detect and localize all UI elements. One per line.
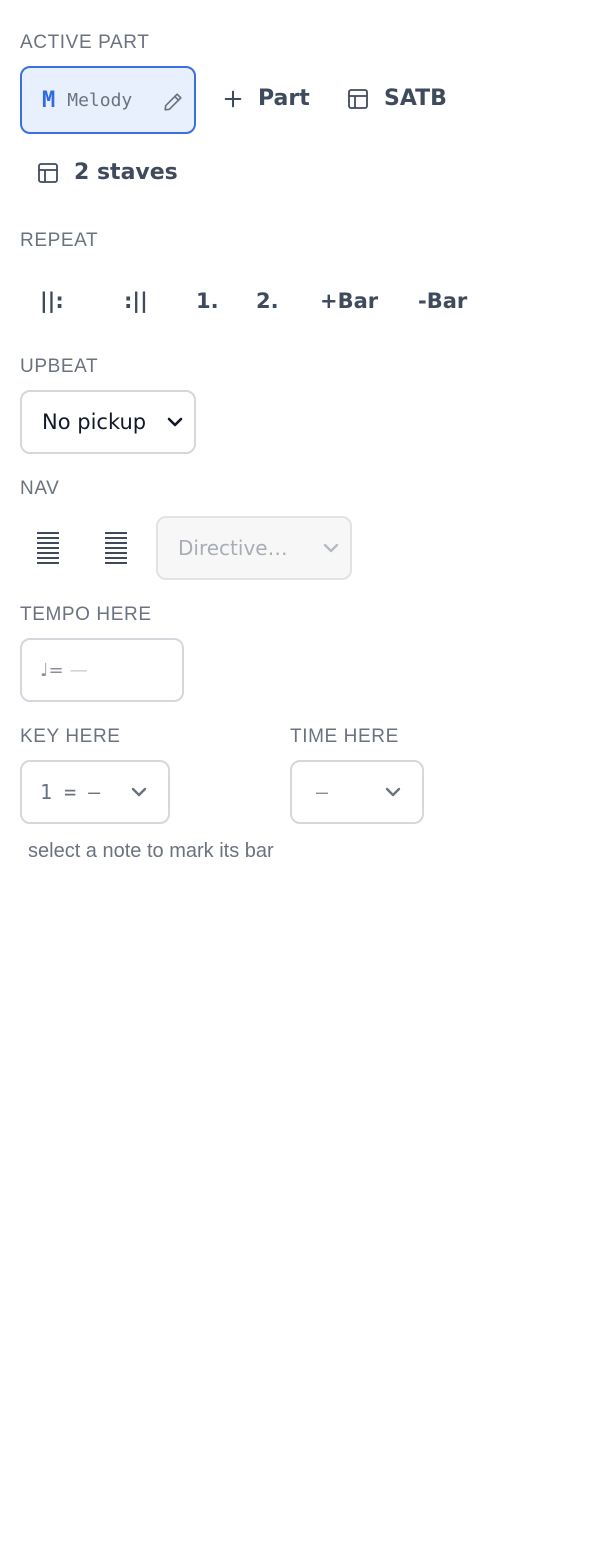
repeat-label: REPEAT xyxy=(20,230,99,251)
pencil-icon[interactable] xyxy=(162,91,184,113)
key-value: 1 = — xyxy=(40,780,101,804)
add-bar-button[interactable]: +Bar xyxy=(320,280,378,322)
directive-placeholder: Directive… xyxy=(178,536,288,560)
tempo-prefix: ♩= xyxy=(40,659,64,681)
satb-label: SATB xyxy=(384,86,447,111)
time-label: TIME HERE xyxy=(290,726,399,747)
chevron-down-icon xyxy=(167,417,183,427)
second-ending-button[interactable]: 2. xyxy=(256,280,279,322)
chevron-down-icon xyxy=(131,787,147,797)
layout-icon xyxy=(348,88,368,109)
first-ending-button[interactable]: 1. xyxy=(196,280,219,322)
align-lines-icon[interactable] xyxy=(36,530,60,564)
hint-text: select a note to mark its bar xyxy=(28,840,274,862)
chevron-down-icon xyxy=(323,543,339,553)
add-part-button[interactable]: Part xyxy=(222,86,310,111)
repeat-end-button[interactable]: :|| xyxy=(124,280,148,322)
chevron-down-icon xyxy=(385,787,401,797)
align-lines-icon[interactable] xyxy=(104,530,128,564)
active-part-chip[interactable]: M Melody xyxy=(20,66,196,134)
time-select[interactable]: — xyxy=(290,760,424,824)
tempo-value: — xyxy=(69,659,88,681)
remove-bar-button[interactable]: -Bar xyxy=(418,280,467,322)
staves-label: 2 staves xyxy=(74,160,178,185)
upbeat-select[interactable]: No pickup xyxy=(20,390,196,454)
upbeat-label: UPBEAT xyxy=(20,356,99,377)
plus-icon xyxy=(224,90,242,107)
key-label: KEY HERE xyxy=(20,726,121,747)
add-part-label: Part xyxy=(258,86,310,111)
part-name: Melody xyxy=(67,89,133,111)
active-part-label: ACTIVE PART xyxy=(20,32,150,53)
satb-button[interactable]: SATB xyxy=(346,86,447,111)
repeat-start-button[interactable]: ||: xyxy=(40,280,64,322)
tempo-input[interactable]: ♩= — xyxy=(20,638,184,702)
layout-icon xyxy=(38,162,58,183)
upbeat-value: No pickup xyxy=(42,410,147,434)
staves-button[interactable]: 2 staves xyxy=(36,160,178,185)
directive-select[interactable]: Directive… xyxy=(156,516,352,580)
part-initial: M xyxy=(42,87,56,113)
tempo-label: TEMPO HERE xyxy=(20,604,152,625)
nav-label: NAV xyxy=(20,478,60,499)
time-value: — xyxy=(316,780,329,804)
key-select[interactable]: 1 = — xyxy=(20,760,170,824)
